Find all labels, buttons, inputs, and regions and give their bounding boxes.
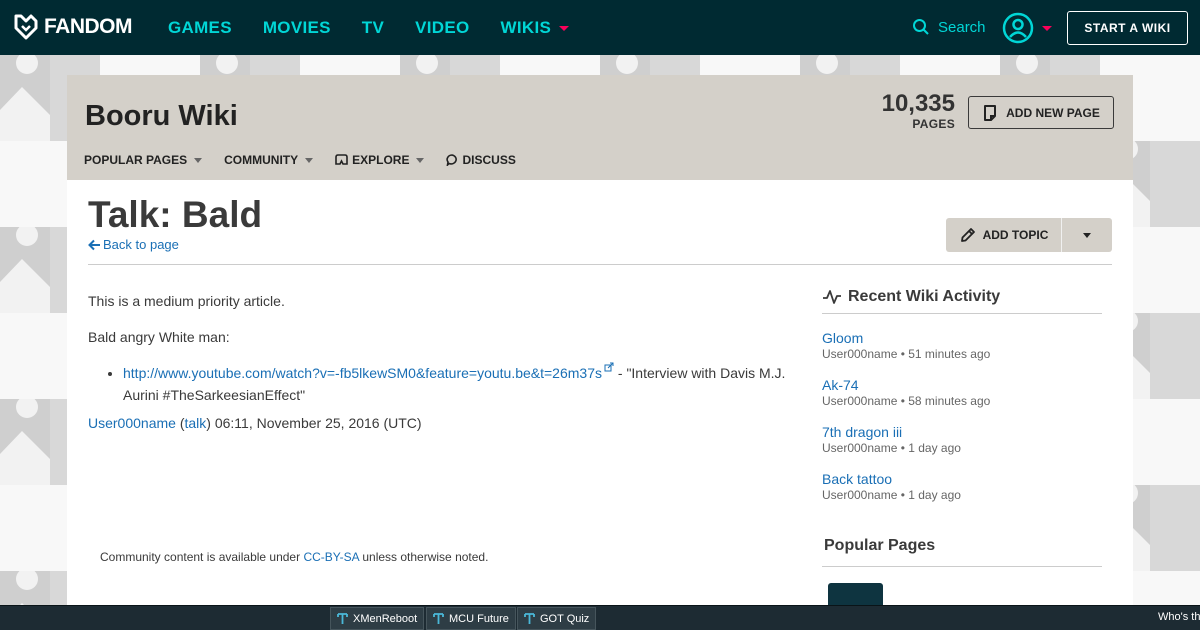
taskbar-tab-label: MCU Future [449,612,509,625]
fandom-global-nav: FANDOM GAMES MOVIES TV VIDEO WIKIS Searc… [0,0,1200,55]
nav-video[interactable]: VIDEO [415,18,469,38]
recent-activity-title: Recent Wiki Activity [848,288,1001,305]
sig-open: ( [175,415,185,431]
explore-icon [335,154,348,165]
signature: User000name (talk) 06:11, November 25, 2… [88,412,793,434]
add-new-page-label: ADD NEW PAGE [1006,105,1100,120]
page-content: Talk: Bald Back to page ADD TOPIC This i… [67,180,1133,630]
activity-page-link[interactable]: Gloom [822,330,1102,346]
add-topic-dropdown[interactable] [1062,218,1112,252]
taskbar-right-text: Who's th [1158,611,1200,623]
add-topic-button-group: ADD TOPIC [946,218,1112,252]
fandom-heart-icon [14,14,38,40]
logo-text: FANDOM [44,15,133,38]
taskbar-tab-label: XMenReboot [353,612,418,625]
pages-label: PAGES [912,117,955,131]
trending-taskbar: XMenReboot MCU Future GOT Quiz Who's th [0,605,1200,630]
tag-icon [337,612,348,624]
global-nav-links: GAMES MOVIES TV VIDEO WIKIS [168,18,600,38]
nav-movies[interactable]: MOVIES [263,18,331,38]
back-to-page-link[interactable]: Back to page [88,237,179,252]
chevron-down-icon [194,157,203,163]
taskbar-tab-mcu-future[interactable]: MCU Future [426,607,516,630]
taskbar-tab-got-quiz[interactable]: GOT Quiz [517,607,597,630]
chevron-down-icon [559,25,570,31]
wiki-title[interactable]: Booru Wiki [85,100,238,133]
activity-meta: User000name • 1 day ago [822,488,961,502]
license-notice: Community content is available under CC-… [100,550,488,564]
topic-intro: Bald angry White man: [88,329,230,345]
pencil-icon [960,228,975,242]
start-a-wiki-button[interactable]: START A WIKI [1067,11,1188,45]
divider [88,264,1112,265]
talk-link[interactable]: talk [185,415,207,431]
nav-community-label: COMMUNITY [224,153,299,167]
activity-item: 7th dragon iii User000name • 1 day ago [822,424,1102,455]
chevron-down-icon [305,157,314,163]
link-list: http://www.youtube.com/watch?v=-fb5lkewS… [123,362,793,406]
fandom-logo[interactable]: FANDOM [12,13,133,41]
search-button[interactable]: Search [912,18,986,36]
tag-icon [433,612,444,624]
activity-meta: User000name • 51 minutes ago [822,347,991,361]
license-text-before: Community content is available under [100,550,304,564]
user-menu[interactable] [1002,12,1052,44]
right-rail: Recent Wiki Activity Gloom User000name •… [822,288,1102,613]
external-video-link[interactable]: http://www.youtube.com/watch?v=-fb5lkewS… [123,365,602,381]
activity-pulse-icon [823,290,841,304]
activity-page-link[interactable]: Back tattoo [822,471,1102,487]
nav-wikis[interactable]: WIKIS [501,18,570,38]
popular-pages-title: Popular Pages [822,537,1102,567]
nav-popular-pages-label: POPULAR PAGES [84,153,188,167]
activity-item: Ak-74 User000name • 58 minutes ago [822,377,1102,408]
user-avatar-icon [1002,12,1034,44]
nav-games[interactable]: GAMES [168,18,232,38]
add-new-page-button[interactable]: ADD NEW PAGE [968,96,1114,129]
article-body: This is a medium priority article. Bald … [88,290,793,448]
recent-activity-header: Recent Wiki Activity [822,288,1102,314]
activity-meta: User000name • 1 day ago [822,441,961,455]
add-topic-label: ADD TOPIC [982,228,1049,242]
pages-counter: 10,335 PAGES [881,90,955,132]
cc-by-sa-link[interactable]: CC-BY-SA [303,550,359,564]
search-icon [913,19,929,35]
pages-count: 10,335 [881,90,955,117]
list-item: http://www.youtube.com/watch?v=-fb5lkewS… [123,362,793,406]
activity-meta: User000name • 58 minutes ago [822,394,991,408]
back-to-page-label: Back to page [103,237,179,252]
tag-icon [524,612,535,624]
nav-popular-pages[interactable]: POPULAR PAGES [84,153,203,167]
activity-item: Back tattoo User000name • 1 day ago [822,471,1102,502]
arrow-left-icon [88,239,100,250]
page-title: Talk: Bald [88,194,263,235]
user-link[interactable]: User000name [88,415,176,431]
activity-page-link[interactable]: Ak-74 [822,377,1102,393]
taskbar-tab-label: GOT Quiz [540,612,590,625]
chevron-down-icon [416,157,425,163]
page-add-icon [984,104,997,121]
license-text-after: unless otherwise noted. [359,550,489,564]
nav-explore[interactable]: EXPLORE [335,153,425,167]
nav-discuss-label: DISCUSS [462,153,516,167]
external-link-icon [604,362,614,372]
wiki-local-nav: POPULAR PAGES COMMUNITY EXPLORE DISCUSS [84,153,538,167]
nav-discuss[interactable]: DISCUSS [446,153,516,167]
activity-page-link[interactable]: 7th dragon iii [822,424,1102,440]
taskbar-tab-xmenreboot[interactable]: XMenReboot [330,607,425,630]
add-topic-button[interactable]: ADD TOPIC [946,218,1062,252]
nav-wikis-label: WIKIS [500,18,552,37]
chevron-down-icon [1083,232,1091,238]
search-label: Search [938,18,986,36]
activity-item: Gloom User000name • 51 minutes ago [822,330,1102,361]
discuss-bubble-icon [446,154,458,166]
nav-tv[interactable]: TV [362,18,384,38]
signature-timestamp: ) 06:11, November 25, 2016 (UTC) [206,415,422,431]
wiki-header: Booru Wiki 10,335 PAGES ADD NEW PAGE POP… [67,75,1133,180]
nav-community[interactable]: COMMUNITY [224,153,314,167]
chevron-down-icon [1042,25,1052,31]
nav-explore-label: EXPLORE [352,153,410,167]
priority-text: This is a medium priority article. [88,293,285,309]
